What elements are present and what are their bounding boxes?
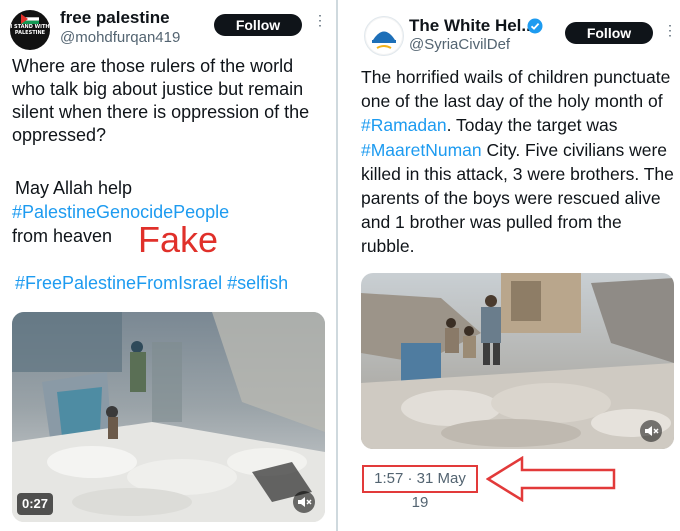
post-text: The horrified wails of children punctuat… xyxy=(361,65,679,259)
follow-button[interactable]: Follow xyxy=(565,22,653,44)
hashtag-link[interactable]: #FreePalestineFromIsrael #selfish xyxy=(15,272,333,295)
rubble-rescue-image xyxy=(361,273,674,449)
white-helmets-logo-icon xyxy=(366,18,402,54)
hashtag-link[interactable]: #Ramadan xyxy=(361,115,447,135)
post-image[interactable] xyxy=(361,273,674,449)
post-text-part: . Today the target was xyxy=(446,115,618,136)
post-text-line: May Allah help xyxy=(15,178,133,198)
fake-annotation: Fake xyxy=(138,219,219,260)
post-text-part: The horrified wails of children punctuat… xyxy=(361,67,671,112)
author-name[interactable]: The White Hel... xyxy=(409,16,536,36)
more-icon[interactable]: ⋮ xyxy=(313,12,327,29)
verified-badge-icon xyxy=(527,18,543,34)
follow-button[interactable]: Follow xyxy=(214,14,302,36)
post-text: Where are those rulers of the world who … xyxy=(12,56,310,145)
post-video[interactable] xyxy=(12,312,325,522)
author-handle[interactable]: @mohdfurqan419 xyxy=(60,29,180,46)
post-timestamp[interactable]: 1:57 · 31 May 19 xyxy=(362,465,478,511)
left-post: I STAND WITH PALESTINE free palestine @m… xyxy=(0,0,336,531)
avatar[interactable]: I STAND WITH PALESTINE xyxy=(10,10,50,50)
mute-icon[interactable] xyxy=(640,420,662,442)
palestine-flag-icon xyxy=(21,14,39,24)
more-icon[interactable]: ⋮ xyxy=(663,22,677,39)
right-post: The White Hel... @SyriaCivilDef Follow ⋮… xyxy=(338,0,680,531)
avatar[interactable] xyxy=(364,16,404,56)
speaker-muted-icon xyxy=(298,497,312,507)
speaker-muted-icon xyxy=(645,426,659,436)
annotation-arrow-icon xyxy=(486,456,616,502)
avatar-text: I STAND WITH PALESTINE xyxy=(10,24,50,36)
video-duration: 0:27 xyxy=(17,493,54,515)
mute-icon[interactable] xyxy=(293,491,315,513)
author-handle[interactable]: @SyriaCivilDef xyxy=(409,36,510,53)
hashtag-link[interactable]: #MaaretNuman xyxy=(361,140,482,160)
author-name[interactable]: free palestine xyxy=(60,8,170,28)
rubble-scene-image xyxy=(12,312,325,522)
